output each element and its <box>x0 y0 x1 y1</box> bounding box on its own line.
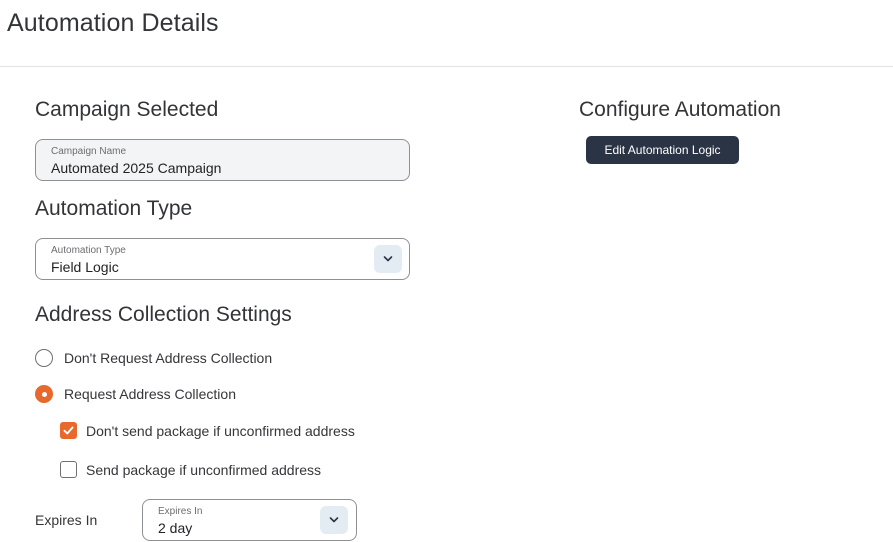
automation-type-label: Automation Type <box>51 245 126 256</box>
chevron-down-icon <box>383 256 393 262</box>
radio-button-selected[interactable] <box>35 385 53 403</box>
campaign-section-title: Campaign Selected <box>35 98 219 121</box>
expires-in-select[interactable]: Expires In 2 day <box>142 499 357 541</box>
configure-section-title: Configure Automation <box>579 98 781 121</box>
automation-type-value: Field Logic <box>51 259 119 275</box>
edit-automation-logic-button[interactable]: Edit Automation Logic <box>586 136 739 164</box>
expires-in-row-label: Expires In <box>35 512 98 528</box>
chevron-down-icon <box>329 517 339 523</box>
checkbox-send-unconfirmed-label: Send package if unconfirmed address <box>86 462 322 478</box>
page-title: Automation Details <box>7 9 219 37</box>
radio-button[interactable] <box>35 349 53 367</box>
automation-type-select[interactable]: Automation Type Field Logic <box>35 238 410 280</box>
page-header: Automation Details <box>0 0 893 67</box>
checkbox-checked[interactable] <box>60 422 77 439</box>
campaign-name-label: Campaign Name <box>51 146 127 157</box>
expires-in-dropdown-button[interactable] <box>320 506 348 534</box>
checkbox-unchecked[interactable] <box>60 461 77 478</box>
checkbox-dont-send-unconfirmed-label: Don't send package if unconfirmed addres… <box>86 423 355 439</box>
automation-type-dropdown-button[interactable] <box>374 245 402 273</box>
automation-type-section-title: Automation Type <box>35 197 193 220</box>
radio-dont-request-address-label: Don't Request Address Collection <box>64 350 273 366</box>
campaign-name-field: Campaign Name Automated 2025 Campaign <box>35 139 410 181</box>
expires-in-value: 2 day <box>158 520 193 536</box>
campaign-name-value: Automated 2025 Campaign <box>51 160 222 176</box>
radio-request-address-label: Request Address Collection <box>64 386 236 402</box>
address-section-title: Address Collection Settings <box>35 303 292 326</box>
expires-in-field-label: Expires In <box>158 506 203 517</box>
check-icon <box>63 426 74 435</box>
